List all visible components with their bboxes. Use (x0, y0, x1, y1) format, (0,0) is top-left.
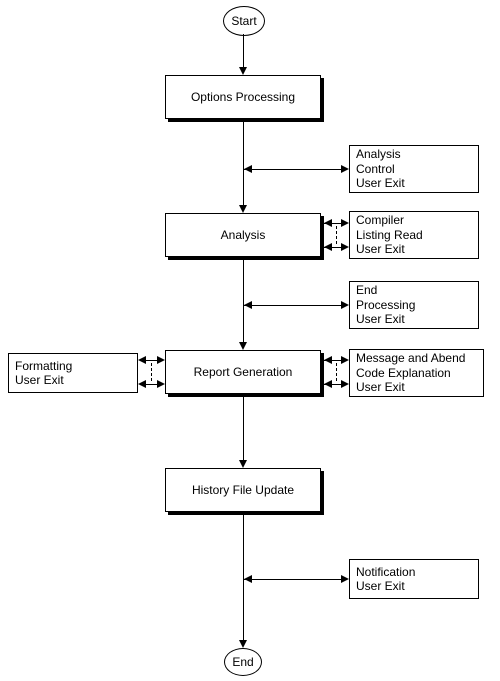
report-generation-label: Report Generation (194, 365, 293, 379)
arrowhead-icon (239, 205, 247, 213)
arrowhead-icon (341, 380, 349, 388)
arrowhead-icon (239, 67, 247, 75)
analysis-box: Analysis (165, 213, 321, 257)
arrowhead-icon (157, 380, 165, 388)
report-generation-box: Report Generation (165, 350, 321, 394)
history-file-update-label: History File Update (192, 483, 294, 497)
arrowhead-icon (341, 165, 349, 173)
options-processing-label: Options Processing (191, 90, 295, 104)
analysis-control-line2: Control (356, 162, 395, 176)
edge-report-message-dashed-gap (336, 363, 337, 381)
compiler-listing-line2: Listing Read (356, 228, 423, 242)
compiler-listing-line1: Compiler (356, 213, 404, 227)
arrowhead-icon (324, 219, 332, 227)
edge-start-options (243, 34, 244, 67)
formatting-user-exit-box: Formatting User Exit (8, 353, 138, 393)
analysis-label: Analysis (221, 228, 266, 242)
end-processing-line2: Processing (356, 298, 415, 312)
formatting-line1: Formatting (15, 359, 72, 373)
start-label: Start (231, 14, 256, 28)
arrowhead-icon (341, 219, 349, 227)
notification-line1: Notification (356, 565, 415, 579)
notification-line2: User Exit (356, 579, 405, 593)
arrowhead-icon (341, 575, 349, 583)
arrowhead-icon (341, 243, 349, 251)
end-terminal: End (224, 648, 262, 676)
arrowhead-icon (324, 356, 332, 364)
end-label: End (232, 655, 253, 669)
analysis-control-line3: User Exit (356, 176, 405, 190)
end-processing-line1: End (356, 283, 377, 297)
arrowhead-icon (324, 243, 332, 251)
start-terminal: Start (223, 6, 265, 36)
arrowhead-icon (324, 380, 332, 388)
analysis-control-line1: Analysis (356, 147, 401, 161)
arrowhead-icon (239, 342, 247, 350)
message-abend-line2: Code Explanation (356, 366, 451, 380)
edge-report-formatting-dashed-gap (151, 363, 152, 381)
history-file-update-box: History File Update (165, 468, 321, 512)
arrowhead-icon (244, 301, 252, 309)
arrowhead-icon (341, 356, 349, 364)
message-abend-line3: User Exit (356, 380, 405, 394)
message-abend-line1: Message and Abend (356, 351, 465, 365)
compiler-listing-read-user-exit-box: Compiler Listing Read User Exit (349, 211, 479, 259)
edge-analysis-compiler-dashed-gap (336, 226, 337, 244)
message-abend-user-exit-box: Message and Abend Code Explanation User … (349, 349, 484, 397)
flowchart-canvas: Start End Options Processing Analysis Re… (0, 0, 500, 681)
edge-spine-analysis-control (244, 169, 341, 170)
arrowhead-icon (138, 380, 146, 388)
arrowhead-icon (244, 575, 252, 583)
notification-user-exit-box: Notification User Exit (349, 559, 479, 599)
arrowhead-icon (239, 460, 247, 468)
edge-options-analysis (243, 122, 244, 205)
end-processing-line3: User Exit (356, 312, 405, 326)
edge-spine-end-processing (244, 305, 341, 306)
arrowhead-icon (157, 356, 165, 364)
arrowhead-icon (244, 165, 252, 173)
edge-spine-notification (244, 579, 341, 580)
formatting-line2: User Exit (15, 373, 64, 387)
compiler-listing-line3: User Exit (356, 242, 405, 256)
arrowhead-icon (138, 356, 146, 364)
options-processing-box: Options Processing (165, 75, 321, 119)
analysis-control-user-exit-box: Analysis Control User Exit (349, 145, 479, 193)
edge-report-history (243, 397, 244, 460)
arrowhead-icon (341, 301, 349, 309)
end-processing-user-exit-box: End Processing User Exit (349, 281, 479, 329)
arrowhead-icon (239, 640, 247, 648)
